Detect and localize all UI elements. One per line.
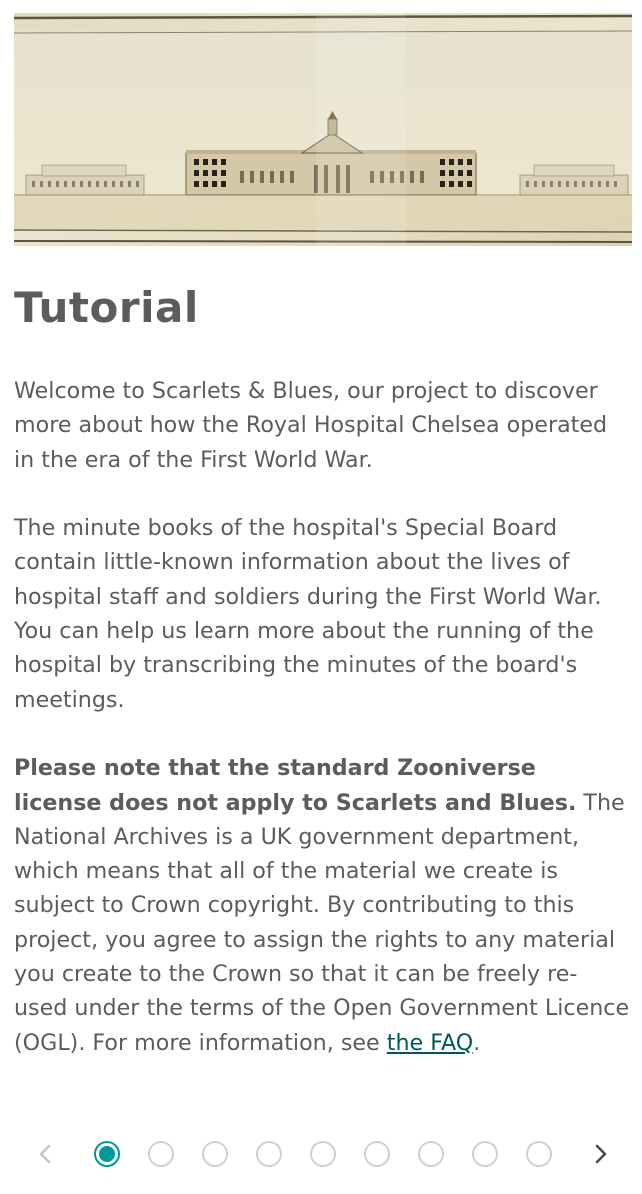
license-paragraph: Please note that the standard Zooniverse…: [14, 751, 630, 1060]
minute-books-paragraph: The minute books of the hospital's Speci…: [14, 515, 602, 713]
step-dot-2[interactable]: [148, 1141, 174, 1167]
step-dot-6[interactable]: [364, 1141, 390, 1167]
chevron-left-icon[interactable]: [32, 1140, 58, 1168]
step-dot-7[interactable]: [418, 1141, 444, 1167]
tutorial-content: Welcome to Scarlets & Blues, our project…: [14, 374, 630, 1094]
step-dot-4[interactable]: [256, 1141, 282, 1167]
banner-image: [14, 13, 632, 246]
step-dot-3[interactable]: [202, 1141, 228, 1167]
page-title: Tutorial: [14, 283, 199, 332]
step-dot-8[interactable]: [472, 1141, 498, 1167]
chevron-right-icon[interactable]: [588, 1140, 614, 1168]
step-dot-5[interactable]: [310, 1141, 336, 1167]
license-end: .: [473, 1029, 481, 1056]
license-notice: Please note that the standard Zooniverse…: [14, 755, 577, 816]
intro-paragraph: Welcome to Scarlets & Blues, our project…: [14, 378, 608, 473]
license-details: The National Archives is a UK government…: [14, 789, 630, 1056]
step-dot-9[interactable]: [526, 1141, 552, 1167]
step-dot-1[interactable]: [94, 1141, 120, 1167]
step-pager: [0, 1132, 642, 1176]
faq-link[interactable]: the FAQ: [387, 1030, 473, 1056]
